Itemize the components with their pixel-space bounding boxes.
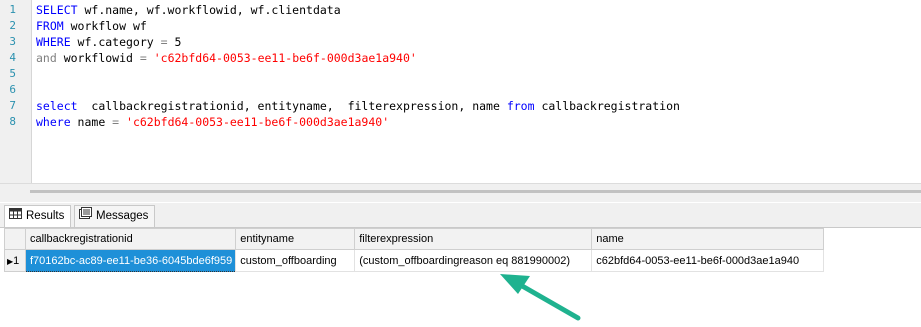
annotation-arrow-icon [500,274,581,321]
